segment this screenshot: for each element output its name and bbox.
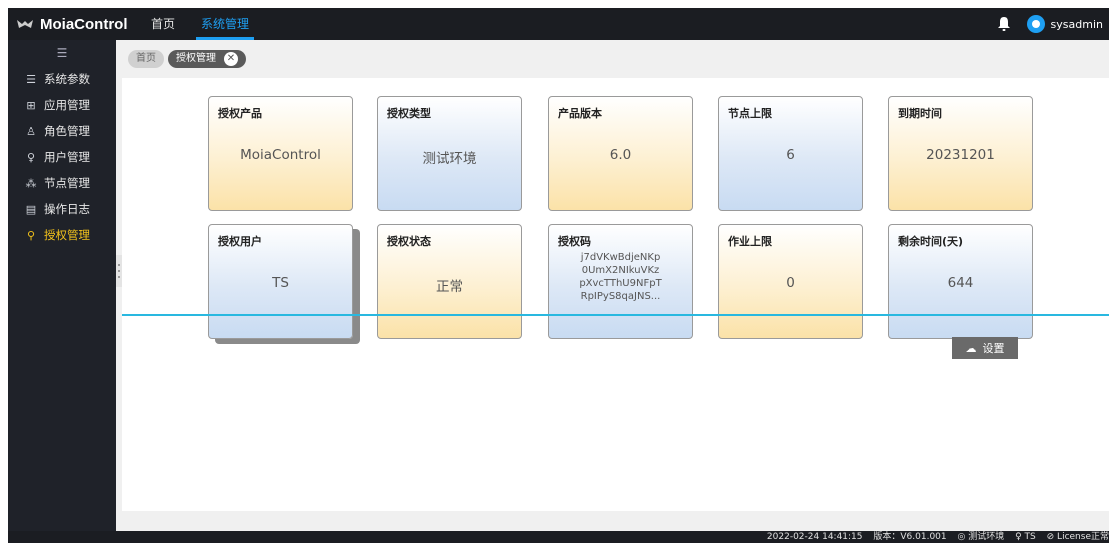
tab-home[interactable]: 首页: [128, 50, 164, 68]
card-remaining-days: 剩余时间(天) 644: [888, 224, 1033, 339]
sidebar: ☰ ☰ 系统参数 ⊞ 应用管理 ♙ 角色管理 ♀ 用户管理 ⁂ 节点管理 ▤ 操…: [8, 40, 116, 531]
sidebar-item-role-management[interactable]: ♙ 角色管理: [8, 118, 116, 144]
card-node-limit: 节点上限 6: [718, 96, 863, 211]
card-value: TS: [272, 275, 289, 291]
card-title: 产品版本: [558, 107, 602, 120]
card-licensed-product: 授权产品 MoiaControl: [208, 96, 353, 211]
card-license-code: 授权码 j7dVKwBdjeNKp 0UmX2NIkuVKz pXvcTThU9…: [548, 224, 693, 339]
card-value: 20231201: [926, 147, 995, 163]
log-icon: ▤: [25, 202, 37, 216]
username[interactable]: sysadmin: [1051, 18, 1103, 31]
code-line: RpIPyS8qaJNS...: [580, 291, 661, 302]
status-environment: ◎ 测试环境: [957, 532, 1005, 542]
sidebar-item-label: 用户管理: [44, 150, 90, 164]
user-avatar-icon[interactable]: [1026, 15, 1045, 33]
card-title: 授权类型: [387, 107, 431, 120]
sidebar-item-node-management[interactable]: ⁂ 节点管理: [8, 170, 116, 196]
card-product-version: 产品版本 6.0: [548, 96, 693, 211]
status-version: 版本：V6.01.001: [873, 532, 947, 542]
card-job-limit: 作业上限 0: [718, 224, 863, 339]
close-icon[interactable]: ✕: [224, 52, 238, 66]
tab-license-management[interactable]: 授权管理 ✕: [168, 50, 246, 68]
card-title: 节点上限: [728, 107, 772, 120]
code-line: 0UmX2NIkuVKz: [581, 265, 660, 276]
card-value: 测试环境: [422, 151, 477, 167]
app-logo[interactable]: MoiaControl: [8, 8, 138, 40]
section-divider: [122, 314, 1109, 316]
nav-home[interactable]: 首页: [138, 8, 188, 40]
sidebar-item-label: 应用管理: [44, 98, 90, 112]
card-title: 授权用户: [218, 235, 262, 248]
tab-bar: 首页 授权管理 ✕: [116, 40, 1109, 78]
nav-system-management[interactable]: 系统管理: [188, 8, 262, 40]
app-name: MoiaControl: [40, 15, 128, 33]
settings-button-label: 设置: [982, 342, 1005, 355]
card-title: 授权状态: [387, 235, 431, 248]
user-icon: ♀: [26, 150, 36, 164]
top-bar: MoiaControl 首页 系统管理 sysadmin: [8, 8, 1109, 40]
status-user: ♀ TS: [1015, 532, 1036, 542]
status-bar: 2022-02-24 14:41:15 版本：V6.01.001 ◎ 测试环境 …: [8, 531, 1109, 543]
cart-icon: ⊞: [26, 98, 36, 112]
key-icon: ⚲: [26, 228, 36, 242]
tab-label: 首页: [136, 53, 156, 64]
card-value: 6: [786, 147, 795, 163]
main-content: 首页 授权管理 ✕ 授权产品 MoiaControl 授权类型 测试环境 产品版…: [116, 40, 1109, 531]
sidebar-item-operation-log[interactable]: ▤ 操作日志: [8, 196, 116, 222]
card-value: 6.0: [609, 147, 632, 163]
code-line: j7dVKwBdjeNKp: [580, 252, 661, 263]
sidebar-resize-handle[interactable]: [116, 255, 122, 287]
code-line: pXvcTThU9NFpT: [579, 278, 662, 289]
list-icon: ☰: [26, 72, 36, 86]
card-value: 正常: [436, 279, 463, 295]
sidebar-item-label: 系统参数: [44, 72, 90, 86]
status-datetime: 2022-02-24 14:41:15: [766, 532, 863, 542]
license-panel: 授权产品 MoiaControl 授权类型 测试环境 产品版本 6.0 节点上限…: [122, 78, 1109, 511]
sidebar-item-user-management[interactable]: ♀ 用户管理: [8, 144, 116, 170]
card-title: 剩余时间(天): [898, 235, 964, 248]
status-license: ⊘ License正常: [1046, 532, 1109, 542]
logo-icon: [17, 20, 33, 28]
card-title: 到期时间: [898, 107, 942, 120]
sidebar-item-label: 操作日志: [44, 202, 90, 216]
card-title: 授权产品: [218, 107, 262, 120]
roles-icon: ♙: [26, 124, 36, 138]
settings-button[interactable]: ☁ 设置: [952, 337, 1018, 359]
sidebar-item-system-params[interactable]: ☰ 系统参数: [8, 66, 116, 92]
bell-icon[interactable]: [997, 16, 1011, 32]
license-code-text: j7dVKwBdjeNKp 0UmX2NIkuVKz pXvcTThU9NFpT…: [549, 251, 692, 303]
sidebar-item-label: 角色管理: [44, 124, 90, 138]
nodes-icon: ⁂: [25, 176, 37, 190]
card-title: 作业上限: [728, 235, 772, 248]
sidebar-item-license-management[interactable]: ⚲ 授权管理: [8, 222, 116, 248]
card-value: MoiaControl: [240, 147, 321, 163]
sidebar-item-app-management[interactable]: ⊞ 应用管理: [8, 92, 116, 118]
card-licensed-user: 授权用户 TS: [208, 224, 353, 339]
card-value: 0: [786, 275, 795, 291]
card-value: 644: [947, 275, 974, 291]
card-title: 授权码: [558, 235, 591, 248]
sidebar-item-label: 授权管理: [44, 228, 90, 242]
tab-label: 授权管理: [176, 53, 216, 64]
cloud-upload-icon: ☁: [965, 341, 977, 355]
card-license-status: 授权状态 正常: [377, 224, 522, 339]
sidebar-item-label: 节点管理: [44, 176, 90, 190]
card-expiry-date: 到期时间 20231201: [888, 96, 1033, 211]
card-license-type: 授权类型 测试环境: [377, 96, 522, 211]
menu-collapse-icon[interactable]: ☰: [8, 40, 116, 66]
